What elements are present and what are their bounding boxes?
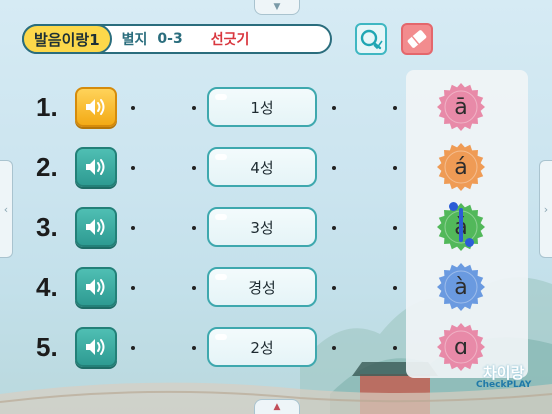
brand-play: PLAY bbox=[506, 380, 532, 390]
worksheet-label: 별지 bbox=[121, 32, 148, 48]
top-collapse-tab[interactable]: ▼ bbox=[254, 0, 300, 15]
connect-dot[interactable] bbox=[192, 166, 196, 170]
connect-dot[interactable] bbox=[393, 106, 397, 110]
matching-row: 2. 4성 á bbox=[0, 142, 552, 192]
pinyin-text: à bbox=[454, 274, 468, 300]
pinyin-text: á bbox=[454, 154, 468, 180]
eraser-button[interactable] bbox=[401, 23, 433, 55]
speaker-icon bbox=[86, 279, 105, 295]
play-audio-button[interactable] bbox=[75, 327, 117, 367]
play-audio-button[interactable] bbox=[75, 207, 117, 247]
pinyin-badge[interactable]: à bbox=[436, 262, 486, 312]
brand-korean: 차이랑 bbox=[482, 364, 525, 382]
text-selection-handle[interactable] bbox=[459, 208, 463, 242]
row-number: 1. bbox=[36, 92, 58, 122]
connect-dot[interactable] bbox=[192, 286, 196, 290]
connect-dot[interactable] bbox=[332, 226, 336, 230]
tone-label-card[interactable]: 3성 bbox=[207, 207, 317, 247]
connect-dot[interactable] bbox=[332, 166, 336, 170]
pinyin-text: ā bbox=[454, 94, 468, 120]
matching-row: 5. 2성 ɑ bbox=[0, 322, 552, 372]
connect-dot[interactable] bbox=[131, 106, 135, 110]
tone-label: 1성 bbox=[250, 98, 274, 117]
speaker-icon bbox=[86, 159, 105, 175]
tone-label-card[interactable]: 1성 bbox=[207, 87, 317, 127]
chairang-checkplay-logo: 차이랑 CheckPLAY bbox=[476, 366, 531, 390]
row-number: 5. bbox=[36, 332, 58, 362]
connect-dot[interactable] bbox=[393, 346, 397, 350]
connect-dot[interactable] bbox=[332, 286, 336, 290]
tone-label: 2성 bbox=[250, 338, 274, 357]
play-audio-button[interactable] bbox=[75, 267, 117, 307]
pinyin-badge[interactable]: ā bbox=[436, 82, 486, 132]
connect-dot[interactable] bbox=[393, 286, 397, 290]
row-number: 2. bbox=[36, 152, 58, 182]
pinyin-badge[interactable]: á bbox=[436, 142, 486, 192]
pinyin-badge[interactable]: ɑ bbox=[436, 322, 486, 372]
title-bar: 발음이랑1 별지 0-3 선긋기 bbox=[22, 24, 332, 54]
connect-dot[interactable] bbox=[131, 286, 135, 290]
connect-dot[interactable] bbox=[192, 346, 196, 350]
tone-label-card[interactable]: 4성 bbox=[207, 147, 317, 187]
connect-dot[interactable] bbox=[131, 346, 135, 350]
pinyin-text: ɑ bbox=[454, 334, 468, 360]
chevron-up-icon: ▲ bbox=[273, 402, 281, 412]
activity-mode: 선긋기 bbox=[210, 32, 250, 48]
lesson-title: 발음이랑1 bbox=[22, 24, 112, 54]
row-number: 4. bbox=[36, 272, 58, 302]
check-answer-button[interactable] bbox=[355, 23, 387, 55]
selection-end-knob[interactable] bbox=[465, 238, 474, 247]
brand-check: Check bbox=[476, 380, 507, 390]
matching-row: 4. 경성 à bbox=[0, 262, 552, 312]
worksheet-code: 0-3 bbox=[157, 31, 183, 47]
chevron-down-icon: ▼ bbox=[273, 2, 281, 12]
connect-dot[interactable] bbox=[332, 106, 336, 110]
tone-label: 3성 bbox=[250, 218, 274, 237]
play-audio-button[interactable] bbox=[75, 87, 117, 127]
tone-label: 경성 bbox=[248, 278, 276, 297]
speaker-icon bbox=[86, 219, 105, 235]
eraser-icon bbox=[407, 30, 427, 48]
matching-row: 1. 1성 ā bbox=[0, 82, 552, 132]
speaker-icon bbox=[86, 99, 105, 115]
connect-dot[interactable] bbox=[192, 106, 196, 110]
connect-dot[interactable] bbox=[393, 226, 397, 230]
speaker-icon bbox=[86, 339, 105, 355]
connect-dot[interactable] bbox=[192, 226, 196, 230]
connect-dot[interactable] bbox=[332, 346, 336, 350]
play-audio-button[interactable] bbox=[75, 147, 117, 187]
connect-dot[interactable] bbox=[131, 166, 135, 170]
row-number: 3. bbox=[36, 212, 58, 242]
bottom-expand-tab[interactable]: ▲ bbox=[254, 399, 300, 414]
tone-label-card[interactable]: 2성 bbox=[207, 327, 317, 367]
check-magnifier-icon bbox=[360, 29, 383, 50]
connect-dot[interactable] bbox=[393, 166, 397, 170]
tone-label: 4성 bbox=[250, 158, 274, 177]
tone-label-card[interactable]: 경성 bbox=[207, 267, 317, 307]
connect-dot[interactable] bbox=[131, 226, 135, 230]
selection-start-knob[interactable] bbox=[449, 202, 458, 211]
